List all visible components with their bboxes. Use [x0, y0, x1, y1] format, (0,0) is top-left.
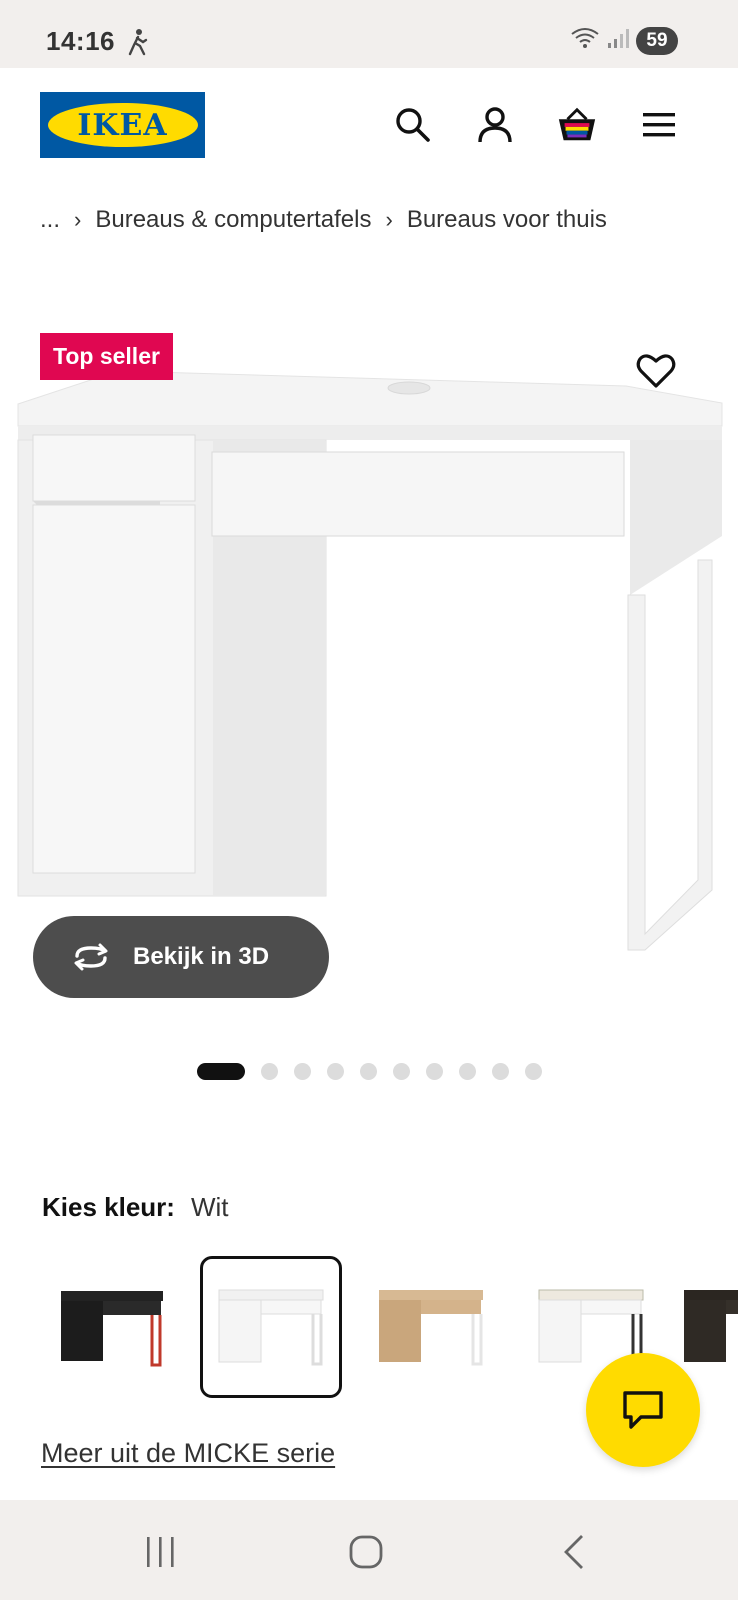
logo-text: IKEA [77, 107, 168, 143]
site-header: IKEA [0, 68, 738, 180]
logo-oval: IKEA [47, 103, 198, 147]
carousel-dots [197, 1063, 542, 1080]
signal-icon [606, 27, 630, 54]
carousel-dot[interactable] [492, 1063, 509, 1080]
recent-apps-icon[interactable] [130, 1530, 190, 1574]
swatch-black-red[interactable] [40, 1256, 182, 1398]
carousel-dot[interactable] [426, 1063, 443, 1080]
view-in-3d-label: Bekijk in 3D [133, 943, 270, 970]
home-icon[interactable] [336, 1530, 396, 1574]
swatch-white[interactable] [200, 1256, 342, 1398]
walking-icon [126, 28, 148, 61]
back-icon[interactable] [544, 1530, 604, 1574]
top-seller-badge: Top seller [40, 333, 173, 380]
status-indicators: 59 [570, 26, 678, 55]
chevron-right-icon: › [74, 207, 82, 232]
system-nav-bar [0, 1500, 738, 1600]
wifi-icon [570, 26, 600, 55]
choose-color-label: Kies kleur: [42, 1192, 175, 1222]
breadcrumb-item-home-desks[interactable]: Bureaus voor thuis [407, 206, 607, 234]
product-image[interactable] [0, 320, 738, 1020]
status-time: 14:16 [46, 26, 115, 56]
carousel-dot[interactable] [525, 1063, 542, 1080]
ikea-logo[interactable]: IKEA [40, 92, 205, 158]
chat-icon [623, 1391, 663, 1429]
micke-series-link[interactable]: Meer uit de MICKE serie [41, 1438, 335, 1469]
carousel-dot-active[interactable] [197, 1063, 245, 1080]
account-icon[interactable] [474, 104, 516, 146]
view-in-3d-button[interactable]: Bekijk in 3D [33, 916, 329, 998]
carousel-dot[interactable] [393, 1063, 410, 1080]
carousel-dot[interactable] [261, 1063, 278, 1080]
search-icon[interactable] [392, 104, 434, 146]
carousel-dot[interactable] [294, 1063, 311, 1080]
rotate-3d-icon [74, 943, 108, 971]
swatch-oak[interactable] [360, 1256, 502, 1398]
chat-button[interactable] [586, 1353, 700, 1467]
battery-indicator: 59 [636, 26, 678, 55]
breadcrumb-item-desks-computer-tables[interactable]: Bureaus & computertafels [95, 206, 371, 234]
carousel-dot[interactable] [327, 1063, 344, 1080]
breadcrumb: ... › Bureaus & computertafels › Bureaus… [40, 206, 607, 234]
basket-icon[interactable] [556, 104, 598, 146]
chevron-right-icon: › [385, 207, 393, 232]
breadcrumb-ellipsis[interactable]: ... [40, 206, 60, 234]
carousel-dot[interactable] [459, 1063, 476, 1080]
selected-color-value: Wit [190, 1192, 229, 1222]
heart-icon[interactable] [636, 352, 676, 392]
menu-icon[interactable] [638, 104, 680, 146]
status-bar: 14:16 59 [0, 0, 738, 68]
color-selector-label: Kies kleur: Wit [42, 1192, 229, 1223]
carousel-dot[interactable] [360, 1063, 377, 1080]
